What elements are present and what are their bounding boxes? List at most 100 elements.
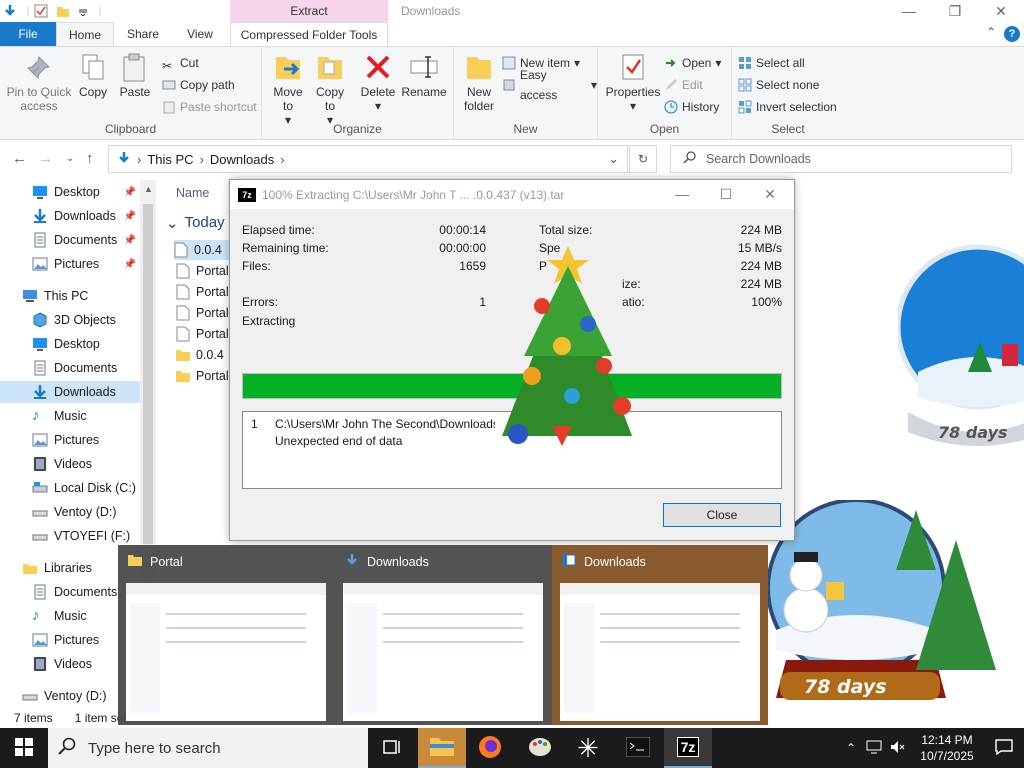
log-number: 1: [251, 417, 258, 431]
folder-row[interactable]: 0.0.4: [176, 345, 224, 365]
file-icon: [176, 263, 190, 279]
tab-file[interactable]: File: [0, 22, 56, 46]
select-none-button[interactable]: Select none: [738, 75, 819, 95]
forward-arrow-icon[interactable]: →: [38, 150, 53, 167]
select-all-button[interactable]: Select all: [738, 53, 805, 73]
documents-icon: [32, 584, 48, 600]
nav-quick-desktop[interactable]: Desktop 📌: [0, 181, 140, 203]
folder-row[interactable]: Portal: [176, 366, 229, 386]
nav-quick-pictures[interactable]: Pictures 📌: [0, 253, 140, 275]
nav-videos[interactable]: Videos: [0, 453, 140, 475]
column-header-name[interactable]: Name: [176, 186, 209, 200]
pin-quick-access-button[interactable]: Pin to Quick access: [4, 51, 74, 113]
edit-button[interactable]: Edit: [664, 75, 703, 95]
move-to-button[interactable]: Move to ▾: [268, 51, 308, 127]
collapse-ribbon-icon[interactable]: ⌃: [986, 25, 996, 39]
taskbar-terminal[interactable]: [614, 728, 662, 768]
network-icon[interactable]: [862, 740, 886, 757]
file-row[interactable]: Portal: [176, 324, 229, 344]
taskbar-paint[interactable]: [516, 728, 564, 768]
tray-overflow-icon[interactable]: ⌃: [840, 741, 862, 755]
clock[interactable]: 12:14 PM 10/7/2025: [910, 732, 984, 764]
paste-shortcut-button[interactable]: Paste shortcut: [162, 97, 257, 117]
dialog-minimize-button[interactable]: —: [660, 180, 704, 209]
address-dropdown-icon[interactable]: ⌄: [608, 151, 619, 167]
removable-drive-icon: [32, 504, 48, 520]
thumbnail-downloads-2[interactable]: Downloads: [552, 545, 768, 725]
cut-button[interactable]: ✂ Cut: [162, 53, 199, 73]
nav-documents[interactable]: Documents: [0, 357, 140, 379]
rename-button[interactable]: Rename: [400, 51, 448, 99]
history-button[interactable]: History: [664, 97, 719, 117]
refresh-button[interactable]: ↻: [629, 145, 657, 173]
tab-home[interactable]: Home: [56, 22, 114, 47]
thumbnail-downloads-1[interactable]: Downloads: [335, 545, 551, 725]
scroll-thumb[interactable]: [143, 204, 153, 544]
taskbar-search-input[interactable]: Type here to search: [48, 728, 368, 768]
maximize-button[interactable]: ❐: [932, 0, 978, 22]
recent-locations-icon[interactable]: ⌄: [66, 153, 74, 164]
tab-compressed-folder-tools[interactable]: Compressed Folder Tools: [230, 22, 388, 46]
qat-customize-icon[interactable]: [75, 3, 91, 19]
nav-this-pc[interactable]: This PC: [0, 285, 140, 307]
scroll-up-icon[interactable]: ▲: [144, 184, 153, 194]
nav-3d-objects[interactable]: 3D Objects: [0, 309, 140, 331]
nav-vtoyefi-f[interactable]: VTOYEFI (F:): [0, 525, 140, 547]
file-row[interactable]: Portal: [176, 303, 229, 323]
nav-desktop[interactable]: Desktop: [0, 333, 140, 355]
download-arrow-icon[interactable]: [2, 3, 18, 19]
clipboard-group: Pin to Quick access Copy Paste ✂ Cut Copy…: [0, 47, 262, 139]
search-icon: [683, 151, 696, 167]
paste-button[interactable]: Paste: [116, 51, 154, 99]
taskbar-asterisk-app[interactable]: ✳: [564, 728, 612, 768]
nav-quick-documents[interactable]: Documents 📌: [0, 229, 140, 251]
new-folder-button[interactable]: New folder: [458, 51, 500, 113]
file-row[interactable]: Portal: [176, 282, 229, 302]
dialog-close-button[interactable]: ✕: [748, 180, 792, 209]
dialog-close-action-button[interactable]: Close: [663, 503, 781, 527]
easy-access-button[interactable]: Easy access ▾: [502, 68, 597, 102]
start-button[interactable]: [0, 728, 48, 768]
nav-ventoy-d[interactable]: Ventoy (D:): [0, 501, 140, 523]
nav-quick-downloads[interactable]: Downloads 📌: [0, 205, 140, 227]
nav-local-disk-c[interactable]: Local Disk (C:): [0, 477, 140, 499]
taskbar-firefox[interactable]: [466, 728, 514, 768]
copy-button[interactable]: Copy: [74, 51, 112, 99]
tab-share[interactable]: Share: [118, 22, 168, 46]
up-arrow-icon[interactable]: ↑: [86, 150, 94, 167]
desktop-icon: [32, 336, 48, 352]
help-icon[interactable]: ?: [1004, 26, 1020, 42]
properties-button[interactable]: Properties ▾: [602, 51, 664, 113]
properties-qat-icon[interactable]: [33, 3, 49, 19]
volume-muted-icon[interactable]: [886, 740, 910, 757]
speed-value: 15 MB/s: [737, 241, 782, 255]
rename-icon: [408, 51, 440, 83]
taskbar-file-explorer[interactable]: [418, 728, 466, 768]
address-box[interactable]: › This PC › Downloads › ⌄: [108, 145, 628, 173]
notifications-icon[interactable]: [984, 738, 1024, 758]
nav-music[interactable]: ♪ Music: [0, 405, 140, 427]
open-button[interactable]: Open ▾: [664, 53, 721, 73]
close-button[interactable]: ✕: [978, 0, 1024, 22]
task-view-button[interactable]: [368, 728, 416, 768]
taskbar-7zip[interactable]: 7z: [664, 728, 712, 768]
invert-selection-button[interactable]: Invert selection: [738, 97, 837, 117]
nav-pictures[interactable]: Pictures: [0, 429, 140, 451]
breadcrumb-downloads[interactable]: Downloads: [210, 152, 274, 167]
copy-path-button[interactable]: Copy path: [162, 75, 235, 95]
total-size-value: 224 MB: [740, 223, 782, 237]
breadcrumb-this-pc[interactable]: This PC: [147, 152, 193, 167]
new-folder-qat-icon[interactable]: [55, 3, 71, 19]
back-arrow-icon[interactable]: ←: [12, 150, 27, 167]
group-header-today[interactable]: ⌄ Today (: [166, 214, 234, 232]
delete-button[interactable]: Delete ▾: [358, 51, 398, 113]
file-row[interactable]: Portal: [176, 261, 229, 281]
thumbnail-portal[interactable]: Portal: [118, 545, 334, 725]
minimize-button[interactable]: —: [886, 0, 932, 22]
tab-view[interactable]: View: [176, 22, 224, 46]
dialog-maximize-button[interactable]: ☐: [704, 180, 748, 209]
search-input[interactable]: Search Downloads: [670, 145, 1012, 173]
select-none-icon: [738, 78, 752, 92]
nav-downloads[interactable]: Downloads: [0, 381, 140, 403]
copy-to-button[interactable]: Copy to ▾: [310, 51, 350, 127]
